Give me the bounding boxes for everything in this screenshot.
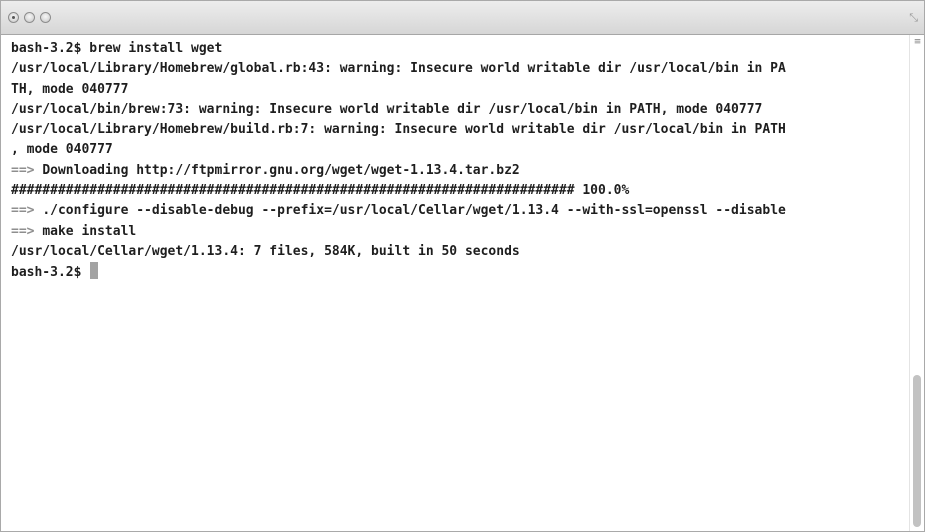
- output-line: /usr/local/bin/brew:73: warning: Insecur…: [11, 101, 763, 117]
- text-cursor: [90, 262, 99, 280]
- output-line: TH, mode 040777: [11, 81, 129, 97]
- prompt-line: bash-3.2$: [11, 262, 910, 282]
- output-line: /usr/local/Cellar/wget/1.13.4: 7 files, …: [11, 243, 520, 259]
- step-arrow: ==>: [11, 223, 35, 239]
- terminal-output[interactable]: bash-3.2$ brew install wget/usr/local/Li…: [1, 35, 910, 531]
- fullscreen-icon[interactable]: ⤡: [909, 11, 918, 25]
- step-text: Downloading http://ftpmirror.gnu.org/wge…: [42, 162, 520, 178]
- terminal-window: ⤡ bash-3.2$ brew install wget/usr/local/…: [0, 0, 925, 532]
- minimize-button[interactable]: [24, 12, 35, 23]
- prompt-text: bash-3.2$: [11, 265, 82, 281]
- title-bar[interactable]: ⤡: [1, 1, 924, 35]
- scrollbar-thumb[interactable]: [913, 375, 921, 527]
- zoom-button[interactable]: [40, 12, 51, 23]
- step-arrow: ==>: [11, 203, 35, 219]
- step-arrow: ==>: [11, 162, 35, 178]
- output-line: ########################################…: [11, 183, 630, 199]
- output-line: /usr/local/Library/Homebrew/build.rb:7: …: [11, 122, 786, 138]
- step-text: make install: [42, 223, 137, 239]
- split-pane-icon[interactable]: ≡: [913, 38, 922, 47]
- close-button[interactable]: [8, 12, 19, 23]
- window-controls: [8, 12, 51, 23]
- output-line: , mode 040777: [11, 142, 113, 158]
- output-line: ==> ./configure --disable-debug --prefix…: [11, 201, 910, 221]
- vertical-scrollbar[interactable]: ≡: [909, 35, 924, 531]
- output-line: /usr/local/Library/Homebrew/global.rb:43…: [11, 61, 786, 77]
- output-line: ==> Downloading http://ftpmirror.gnu.org…: [11, 161, 910, 181]
- output-line: ==> make install: [11, 222, 910, 242]
- output-line: bash-3.2$ brew install wget: [11, 41, 223, 56]
- step-text: ./configure --disable-debug --prefix=/us…: [42, 203, 786, 219]
